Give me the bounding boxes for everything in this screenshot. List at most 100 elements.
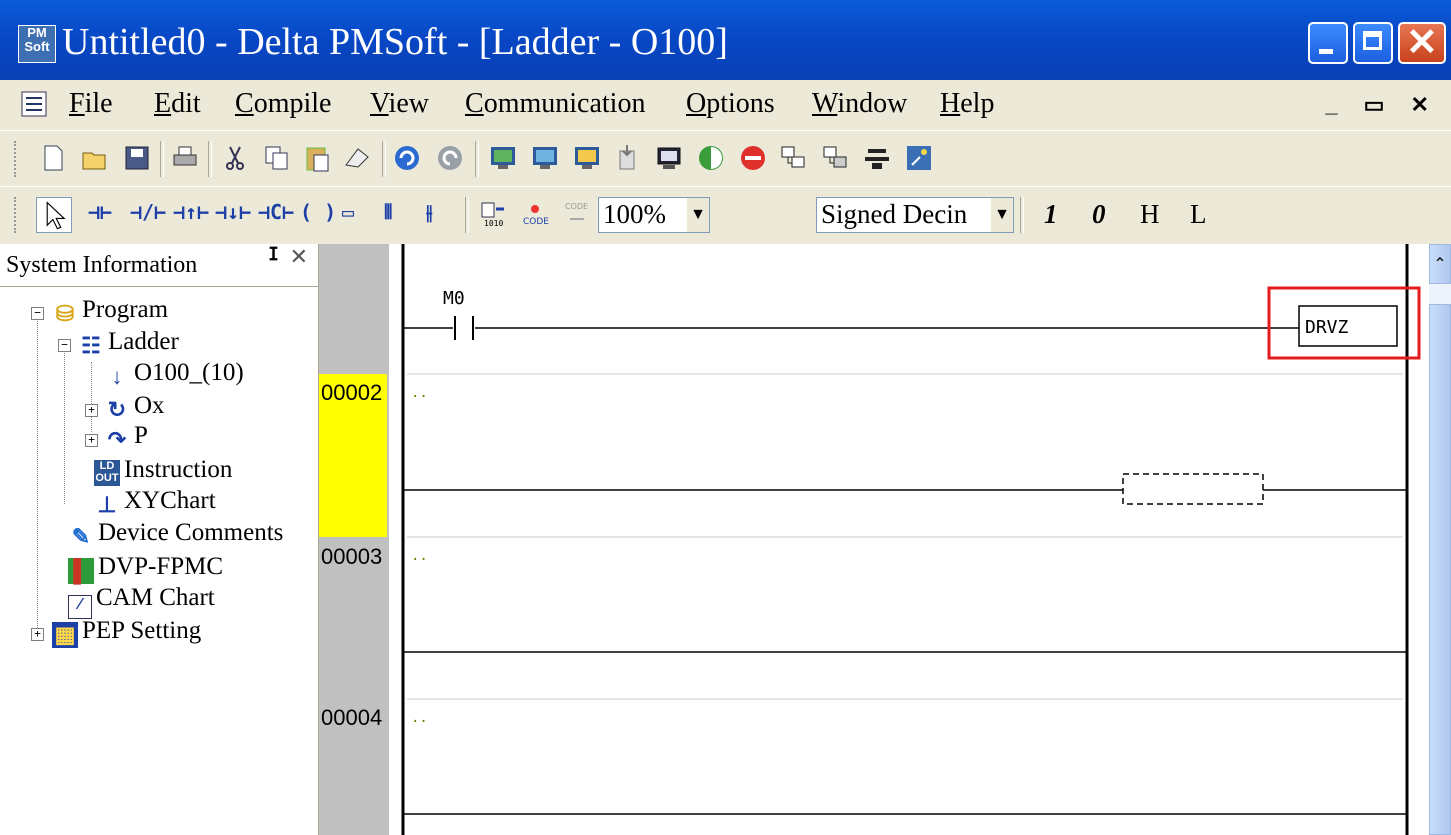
display-format-select[interactable]: Signed Decin ▼ <box>816 197 1014 233</box>
app-icon[interactable]: PM Soft <box>18 25 56 63</box>
ladder-diagram[interactable]: M0 DRVZ .. .. .. <box>389 244 1429 835</box>
format-bin-button[interactable]: 1 <box>1044 199 1058 230</box>
convert-icon[interactable]: 1010 <box>478 199 508 229</box>
rung-number[interactable]: 00004 <box>319 699 387 731</box>
scroll-thumb[interactable] <box>1429 304 1451 835</box>
cursor-placeholder <box>1122 473 1264 505</box>
menu-window[interactable]: Window <box>812 88 907 120</box>
online-icon[interactable] <box>862 143 892 173</box>
empty-marker: .. <box>411 385 428 401</box>
paste-icon[interactable] <box>302 143 332 173</box>
redo-icon[interactable] <box>435 143 465 173</box>
format-long-button[interactable]: L <box>1190 199 1207 230</box>
contact-nc-icon[interactable]: ⊣/⊢ <box>130 200 166 224</box>
panel-header: System Information ⵊ ✕ <box>0 244 318 287</box>
zoom-select[interactable]: 100% ▼ <box>598 197 710 233</box>
pointer-icon[interactable] <box>36 197 72 233</box>
erase-icon[interactable] <box>342 143 372 173</box>
tree-item-dvp-fpmc[interactable]: ▌ DVP-FPMC <box>68 553 223 584</box>
panel-close-icon[interactable]: ✕ <box>290 244 308 270</box>
contact-no-icon[interactable]: ⊣⊢ <box>88 200 112 224</box>
format-hex-button[interactable]: H <box>1140 199 1160 230</box>
tree-item-p[interactable]: ↷ P <box>104 422 148 453</box>
tree-item-o100[interactable]: ↓ O100_(10) <box>104 359 244 390</box>
mdi-controls[interactable]: _ ▭ ✕ <box>1325 92 1439 118</box>
expand-toggle[interactable]: − <box>58 339 71 352</box>
minimize-button[interactable] <box>1308 22 1348 64</box>
chevron-down-icon[interactable]: ▼ <box>687 198 709 232</box>
run-icon[interactable] <box>696 143 726 173</box>
menu-edit[interactable]: Edit <box>154 88 201 120</box>
tree-item-ox[interactable]: ↻ Ox <box>104 392 165 423</box>
tree-item-program[interactable]: ⛁ Program <box>52 296 168 327</box>
empty-marker: .. <box>411 710 428 726</box>
print-icon[interactable] <box>170 143 200 173</box>
pep-setting-icon: ▦ <box>52 622 78 648</box>
menu-help[interactable]: Help <box>940 88 994 120</box>
toolbar-grip[interactable] <box>14 197 20 233</box>
toolbar-separator <box>382 141 386 177</box>
expand-toggle[interactable]: + <box>85 434 98 447</box>
ladder-editor[interactable]: M0 DRVZ .. .. .. <box>389 244 1429 835</box>
close-button[interactable]: ✕ <box>1398 22 1446 64</box>
pin-icon[interactable]: ⵊ <box>269 244 278 265</box>
tree-item-ladder[interactable]: ☷ Ladder <box>78 328 179 359</box>
scroll-up-icon[interactable]: ⌃ <box>1429 244 1451 284</box>
comments-icon: ✎ <box>71 524 91 549</box>
menu-compile[interactable]: Compile <box>235 88 331 120</box>
open-icon[interactable] <box>80 143 110 173</box>
invert-icon[interactable]: ⊣C⊢ <box>258 200 294 224</box>
tree-item-instruction[interactable]: LD OUT Instruction <box>94 456 232 486</box>
menu-communication[interactable]: Communication <box>465 88 645 120</box>
expand-toggle[interactable]: + <box>85 404 98 417</box>
ladder-icon: ☷ <box>81 333 101 358</box>
tree-item-device-comments[interactable]: ✎ Device Comments <box>68 519 284 550</box>
download-icon[interactable] <box>488 143 518 173</box>
toolbar-grip[interactable] <box>14 141 20 177</box>
panel-title: System Information <box>6 252 198 278</box>
function-block-icon[interactable]: ▭ <box>342 200 354 224</box>
refresh-icon: ↻ <box>107 397 127 422</box>
new-icon[interactable] <box>38 143 68 173</box>
tree-item-cam-chart[interactable]: ⁄ CAM Chart <box>68 584 215 619</box>
tree-item-pep-setting[interactable]: ▦ PEP Setting <box>52 617 201 648</box>
vertical-scrollbar[interactable]: ⌃ <box>1429 244 1451 835</box>
vertical-line-icon[interactable]: ⫴ <box>384 200 392 224</box>
toolbar-separator <box>160 141 164 177</box>
contact-rising-icon[interactable]: ⊣↑⊢ <box>173 200 209 224</box>
screen-icon[interactable] <box>654 143 684 173</box>
tree-item-xychart[interactable]: ⊥ XYChart <box>94 487 215 518</box>
chevron-down-icon[interactable]: ▼ <box>991 198 1013 232</box>
menu-file[interactable]: File <box>69 88 113 120</box>
coil-icon[interactable]: ( ) <box>300 200 336 224</box>
expand-toggle[interactable]: − <box>31 307 44 320</box>
contact-falling-icon[interactable]: ⊣↓⊢ <box>215 200 251 224</box>
copy-icon[interactable] <box>262 143 292 173</box>
standard-toolbar <box>0 130 1451 187</box>
format-oct-button[interactable]: 0 <box>1092 199 1106 230</box>
transfer-icon[interactable] <box>612 143 642 173</box>
undo-icon[interactable] <box>392 143 422 173</box>
maximize-button[interactable] <box>1353 22 1393 64</box>
menu-view[interactable]: View <box>370 88 429 120</box>
upload-icon[interactable] <box>530 143 560 173</box>
delete-vertical-line-icon[interactable]: ⫲ <box>426 200 432 224</box>
code-icon[interactable]: CODE <box>520 199 550 229</box>
ladder-toolbar: ⊣⊢ ⊣/⊢ ⊣↑⊢ ⊣↓⊢ ⊣C⊢ ( ) ▭ ⫴ ⫲ 1010 CODE C… <box>0 186 1451 243</box>
stop-icon[interactable] <box>738 143 768 173</box>
rung-number[interactable]: 00003 <box>319 538 387 570</box>
save-icon[interactable] <box>122 143 152 173</box>
ladder-doc-icon[interactable] <box>20 90 48 118</box>
rung-number[interactable]: 00002 <box>319 374 387 537</box>
title-bar[interactable]: PM Soft Untitled0 - Delta PMSoft - [Ladde… <box>0 0 1451 90</box>
cam-chart-icon: ⁄ <box>68 595 92 619</box>
code-disabled-icon[interactable]: CODE <box>562 199 592 229</box>
pc-link-icon[interactable] <box>778 143 808 173</box>
pc-link2-icon[interactable] <box>820 143 850 173</box>
monitor-icon[interactable] <box>572 143 602 173</box>
cut-icon[interactable] <box>220 143 250 173</box>
expand-toggle[interactable]: + <box>31 628 44 641</box>
menu-options[interactable]: Options <box>686 88 775 120</box>
wizard-icon[interactable] <box>904 143 934 173</box>
program-icon: ⛁ <box>55 301 75 326</box>
